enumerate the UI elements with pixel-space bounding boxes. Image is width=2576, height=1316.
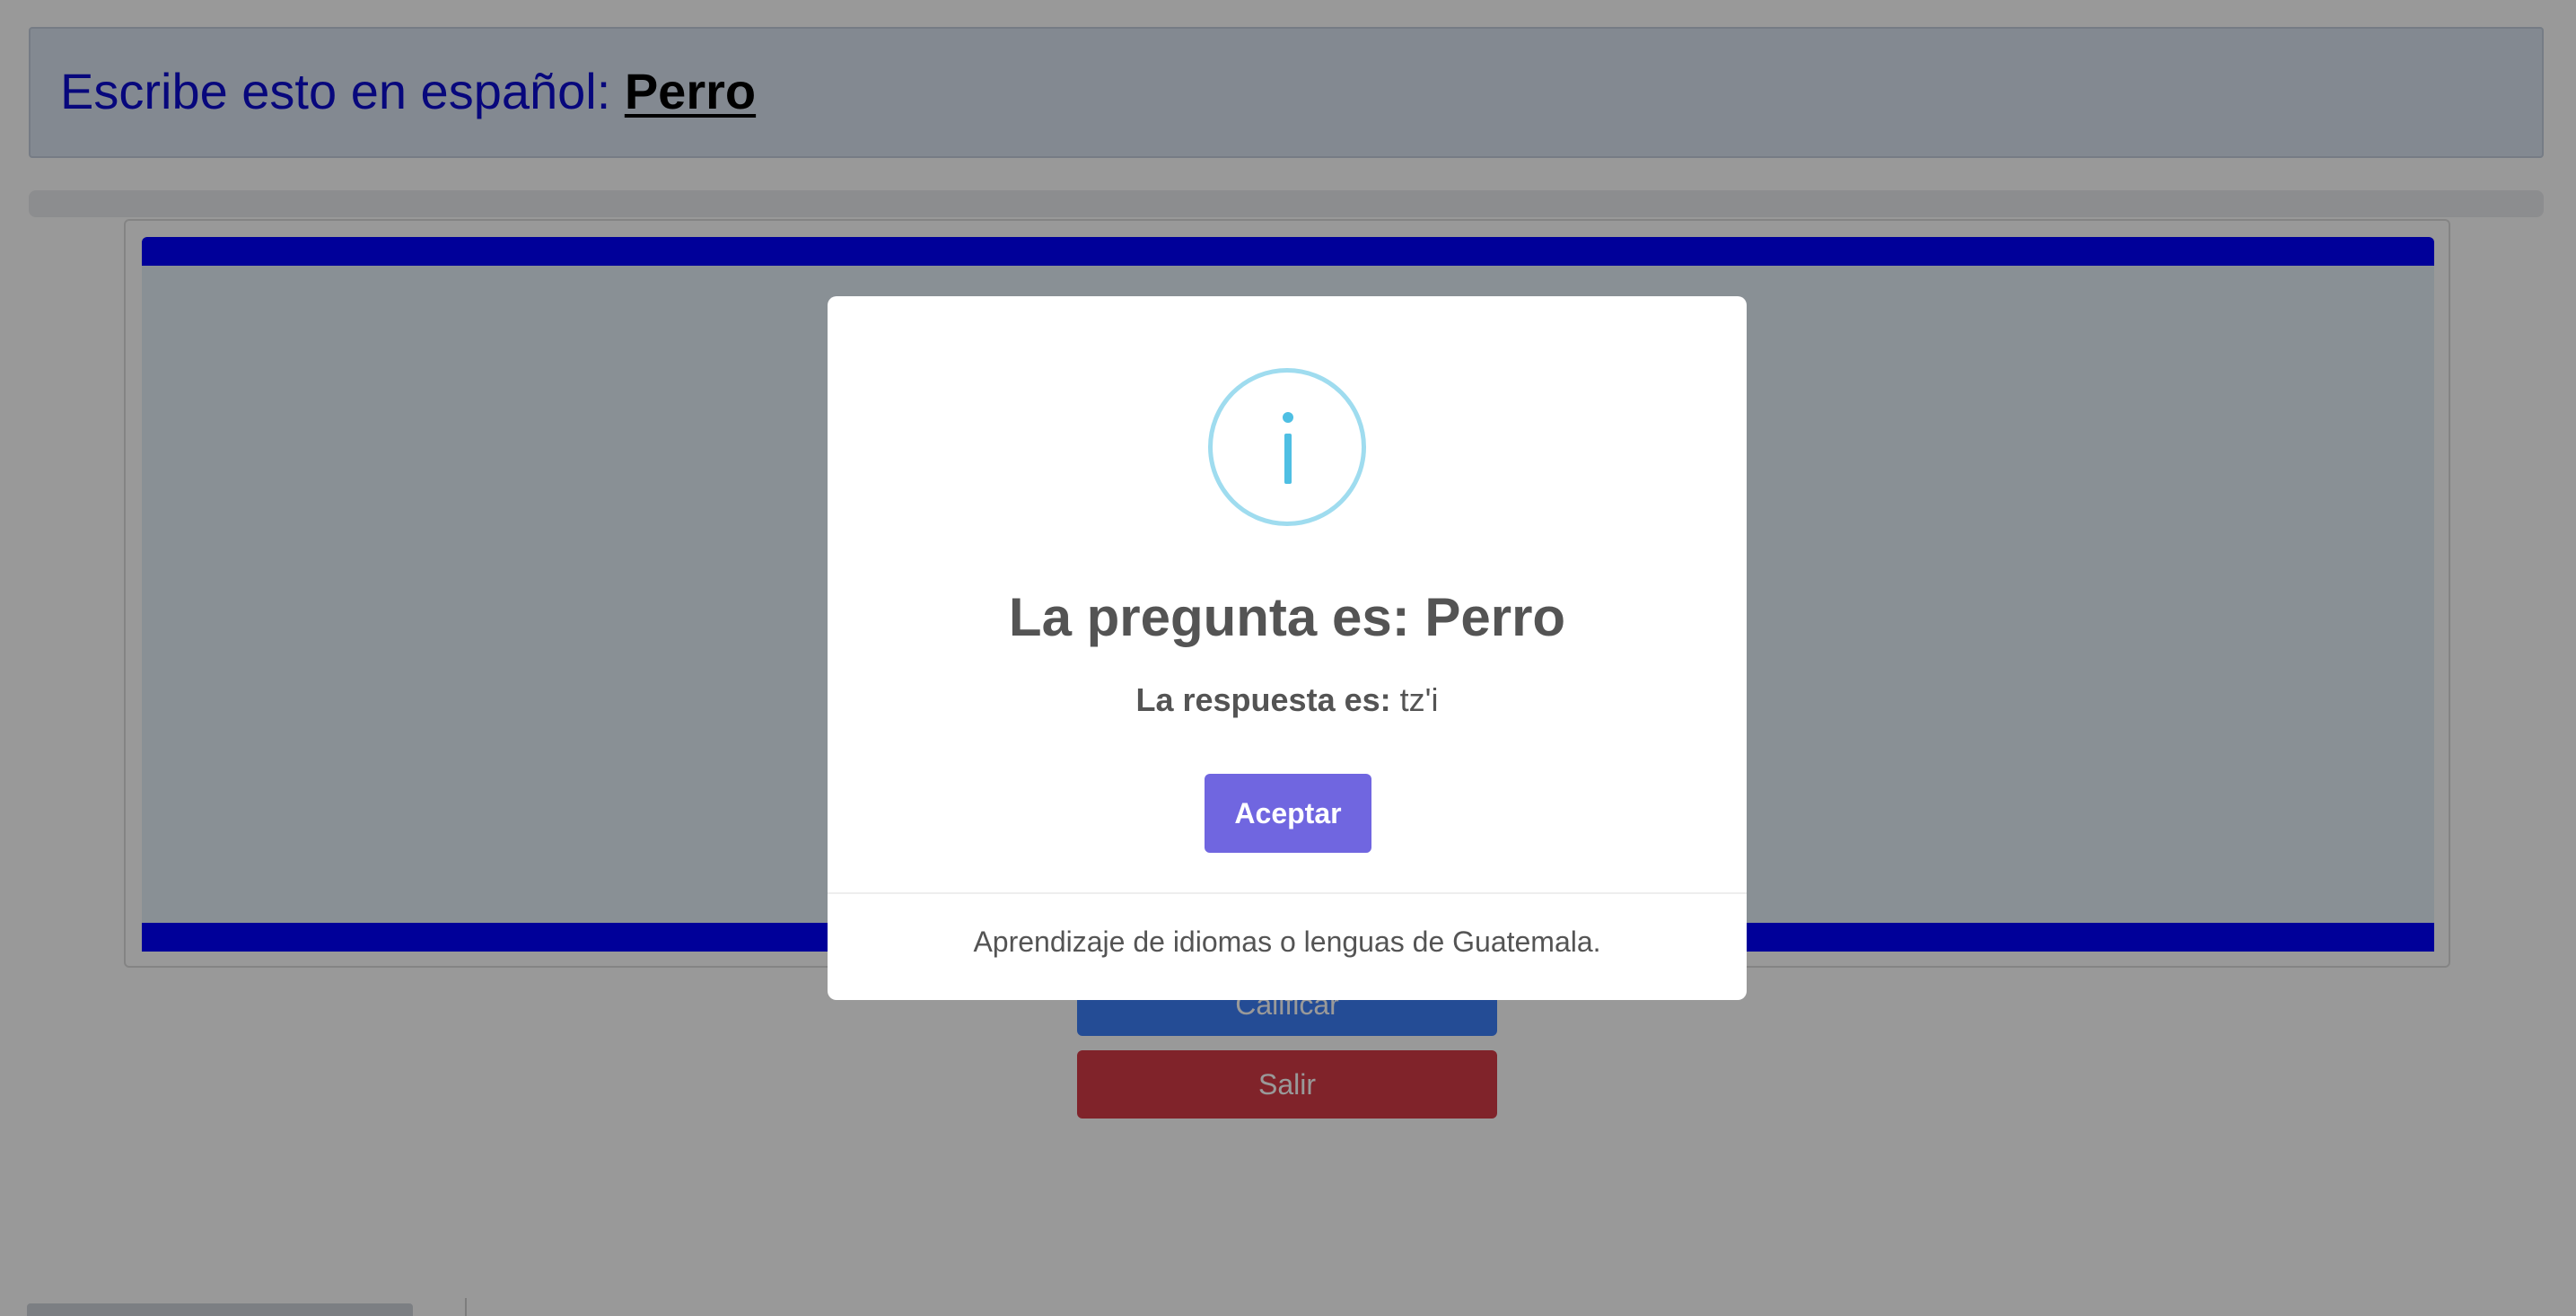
- answer-value: tz'i: [1390, 681, 1439, 718]
- dialog-title: La pregunta es: Perro: [1008, 587, 1566, 647]
- info-dialog: La pregunta es: Perro La respuesta es: t…: [828, 296, 1747, 1000]
- accept-button[interactable]: Aceptar: [1205, 774, 1371, 853]
- info-icon-stem: [1284, 434, 1292, 484]
- answer-label: La respuesta es:: [1135, 681, 1391, 718]
- dialog-footer: Aprendizaje de idiomas o lenguas de Guat…: [973, 926, 1601, 958]
- info-icon: [1208, 368, 1366, 526]
- dialog-divider: [828, 892, 1747, 894]
- info-icon-dot: [1283, 412, 1293, 423]
- dialog-answer: La respuesta es: tz'i: [828, 680, 1747, 719]
